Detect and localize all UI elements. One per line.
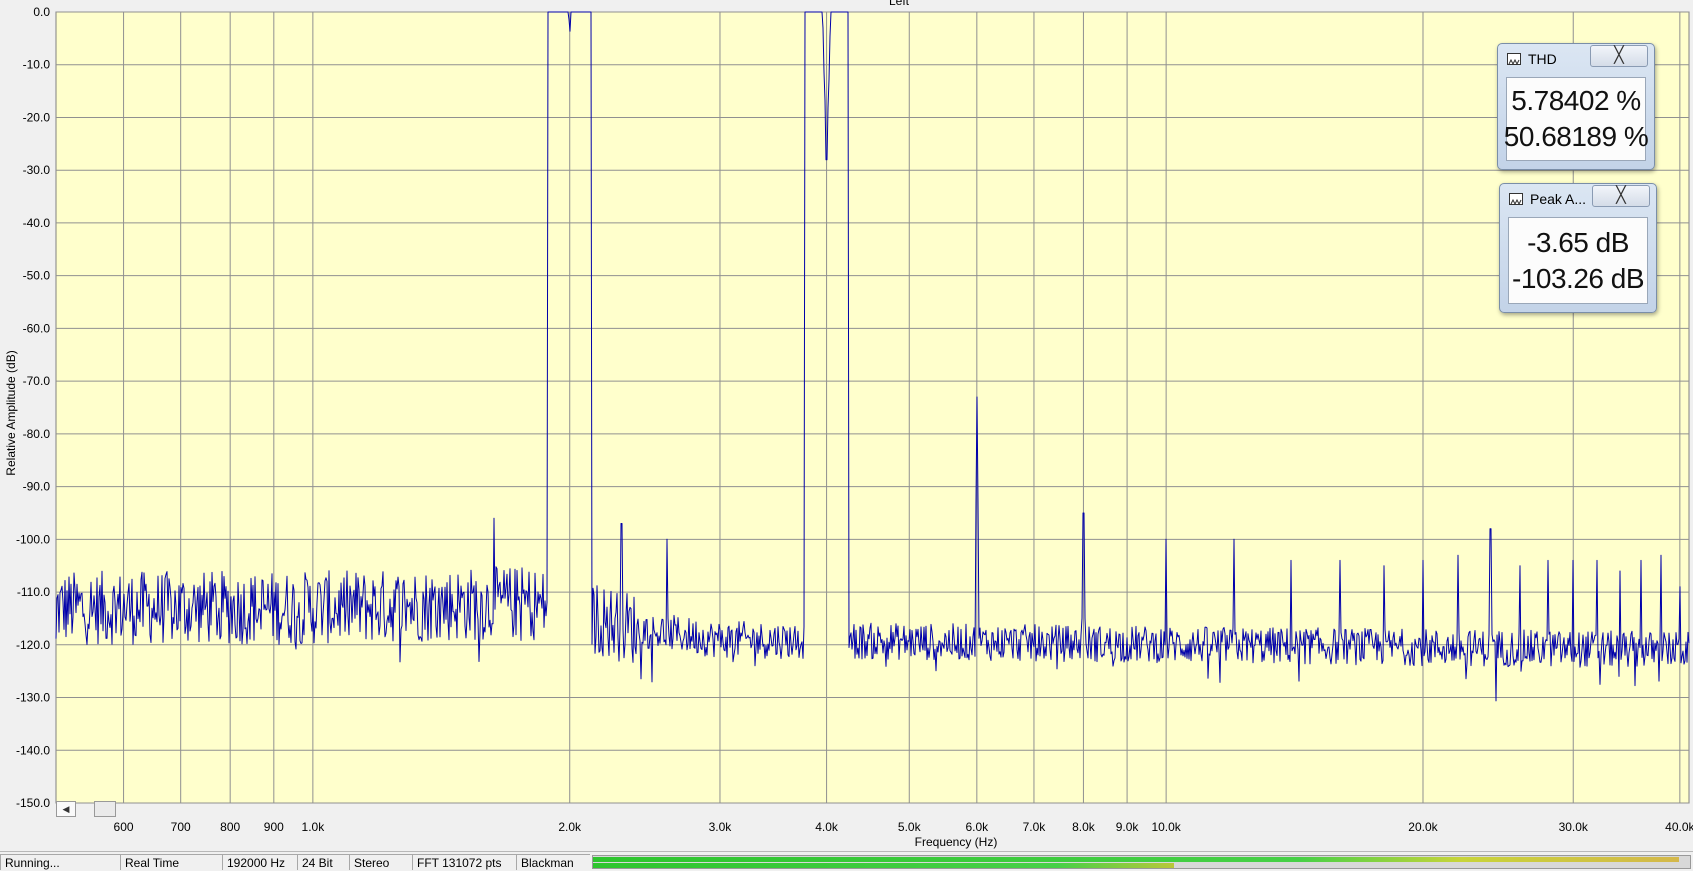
y-tick-label: -10.0 xyxy=(23,58,51,72)
level-bar-left xyxy=(593,857,1680,862)
y-tick-label: -120.0 xyxy=(16,638,50,652)
x-tick-label: 40.0k xyxy=(1665,820,1693,834)
peak-meter-display: -3.65 dB -103.26 dB xyxy=(1508,217,1648,304)
scroll-left-button[interactable]: ◀ xyxy=(56,801,76,817)
y-tick-label: 0.0 xyxy=(33,5,50,19)
y-tick-label: -50.0 xyxy=(23,269,51,283)
peak-meter-titlebar[interactable]: Peak A... ╳ xyxy=(1500,184,1656,212)
y-axis-title: Relative Amplitude (dB) xyxy=(4,350,18,475)
status-bit-depth: 24 Bit xyxy=(297,854,349,870)
peak-meter-title: Peak A... xyxy=(1530,191,1587,207)
x-tick-label: 800 xyxy=(220,820,240,834)
y-tick-label: -40.0 xyxy=(23,216,51,230)
spectrum-analyzer-window: 0.0 -10.0 -20.0 -30.0 -40.0 -50.0 -60.0 -70.0 -8… xyxy=(0,0,1693,871)
level-meter xyxy=(592,855,1691,869)
status-sample-rate: 192000 Hz xyxy=(222,854,297,870)
x-tick-label: 1.0k xyxy=(302,820,326,834)
x-axis-title: Frequency (Hz) xyxy=(915,835,998,849)
plot-area[interactable] xyxy=(55,11,1690,804)
status-mode: Real Time xyxy=(120,854,222,870)
level-bar-right xyxy=(593,863,1175,868)
x-tick-label: 3.0k xyxy=(709,820,733,834)
x-tick-label: 10.0k xyxy=(1151,820,1181,834)
x-tick-label: 900 xyxy=(264,820,284,834)
chart-title: Left xyxy=(889,0,910,8)
x-tick-label: 2.0k xyxy=(558,820,582,834)
x-tick-label: 4.0k xyxy=(815,820,839,834)
y-tick-label: -100.0 xyxy=(16,532,50,546)
y-tick-label: -140.0 xyxy=(16,743,50,757)
status-bar: Running... Real Time 192000 Hz 24 Bit St… xyxy=(0,851,1693,871)
thd-meter-title: THD xyxy=(1528,51,1557,67)
y-tick-label: -60.0 xyxy=(23,321,51,335)
peak-value-left: -3.65 dB xyxy=(1527,226,1629,258)
thd-meter-display: 5.78402 % 50.68189 % xyxy=(1503,77,1649,161)
x-tick-label: 7.0k xyxy=(1023,820,1047,834)
x-tick-label: 30.0k xyxy=(1559,820,1589,834)
spectrum-chart: 0.0 -10.0 -20.0 -30.0 -40.0 -50.0 -60.0 -70.0 -8… xyxy=(4,0,1693,849)
y-tick-label: -110.0 xyxy=(17,585,50,599)
x-tick-label: 9.0k xyxy=(1116,820,1140,834)
status-channels: Stereo xyxy=(349,854,412,870)
x-tick-label: 700 xyxy=(171,820,191,834)
x-tick-label: 6.0k xyxy=(965,820,989,834)
close-icon[interactable]: ╳ xyxy=(1592,185,1650,207)
thd-meter-window[interactable]: THD ╳ 5.78402 % 50.68189 % xyxy=(1497,43,1655,170)
x-tick-label: 600 xyxy=(114,820,134,834)
status-state: Running... xyxy=(0,854,120,870)
y-tick-label: -30.0 xyxy=(23,163,51,177)
x-tick-labels: 600 700 800 900 1.0k 2.0k 3.0k 4.0k 5.0k 6.0k 7.0k… xyxy=(114,820,1693,834)
thd-value-right: 50.68189 % xyxy=(1503,121,1649,152)
status-window: Blackman xyxy=(516,854,590,870)
y-tick-label: -20.0 xyxy=(23,110,51,124)
waveform-icon xyxy=(1507,53,1521,66)
y-tick-labels: 0.0 -10.0 -20.0 -30.0 -40.0 -50.0 -60.0 -70.0 -8… xyxy=(16,5,50,810)
x-tick-label: 8.0k xyxy=(1072,820,1096,834)
peak-value-right: -103.26 dB xyxy=(1512,262,1645,294)
scroll-thumb[interactable] xyxy=(94,801,116,817)
y-tick-label: -90.0 xyxy=(23,480,51,494)
waveform-icon xyxy=(1509,193,1523,206)
x-tick-label: 5.0k xyxy=(898,820,922,834)
y-tick-label: -80.0 xyxy=(23,427,51,441)
peak-meter-window[interactable]: Peak A... ╳ -3.65 dB -103.26 dB xyxy=(1499,183,1657,313)
close-icon[interactable]: ╳ xyxy=(1590,45,1648,67)
thd-value-left: 5.78402 % xyxy=(1511,85,1641,116)
y-tick-label: -130.0 xyxy=(16,691,50,705)
x-tick-label: 20.0k xyxy=(1408,820,1438,834)
status-fft-size: FFT 131072 pts xyxy=(412,854,516,870)
y-tick-label: -70.0 xyxy=(23,374,51,388)
y-tick-label: -150.0 xyxy=(16,796,50,810)
thd-meter-titlebar[interactable]: THD ╳ xyxy=(1498,44,1654,72)
